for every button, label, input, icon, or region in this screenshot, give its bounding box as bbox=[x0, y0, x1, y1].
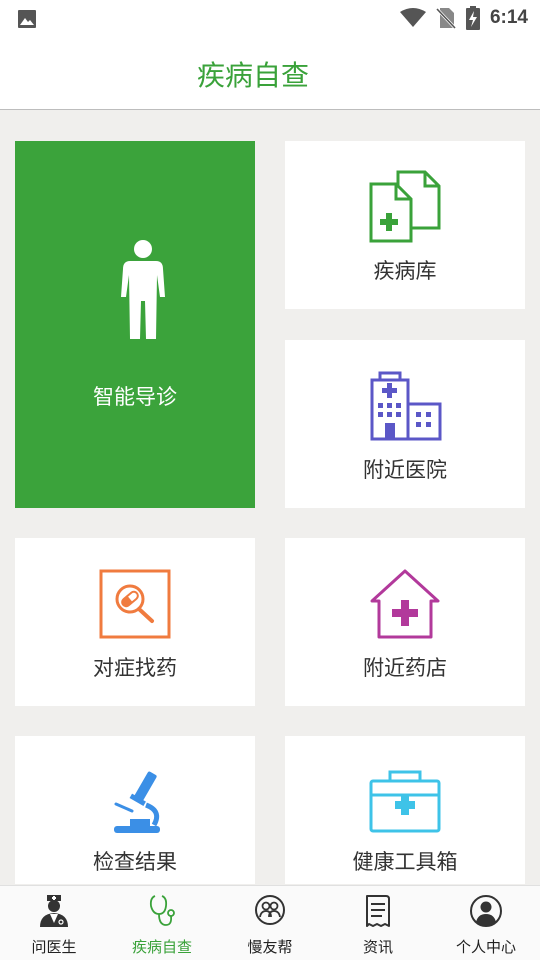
wifi-icon bbox=[399, 8, 426, 27]
pharmacy-house-icon bbox=[370, 569, 440, 639]
group-users-icon bbox=[255, 895, 285, 925]
page-title: 疾病自查 bbox=[196, 59, 309, 92]
app-header: 疾病自查 bbox=[0, 36, 540, 110]
medicine-search-icon bbox=[99, 569, 171, 639]
tile-nearby-pharmacy[interactable]: 附近药店 bbox=[285, 538, 525, 706]
news-document-icon bbox=[366, 895, 390, 927]
tile-smart-triage[interactable]: 智能导诊 bbox=[15, 141, 255, 508]
battery-charging-icon bbox=[465, 6, 480, 30]
tile-label: 对症找药 bbox=[93, 656, 177, 680]
tile-label: 智能导诊 bbox=[93, 385, 177, 409]
tile-nearby-hospital[interactable]: 附近医院 bbox=[285, 340, 525, 508]
tile-test-results[interactable]: 检查结果 bbox=[15, 736, 255, 884]
tab-chronic-friends[interactable]: 慢友帮 bbox=[216, 886, 324, 960]
tab-label: 慢友帮 bbox=[247, 938, 293, 956]
tile-label: 附近医院 bbox=[363, 458, 447, 482]
tile-label: 疾病库 bbox=[373, 259, 437, 283]
tile-find-medicine[interactable]: 对症找药 bbox=[15, 538, 255, 706]
tile-label: 健康工具箱 bbox=[352, 850, 458, 874]
status-time: 6:14 bbox=[489, 7, 528, 28]
first-aid-kit-icon bbox=[369, 770, 441, 833]
doctor-icon bbox=[40, 895, 68, 927]
documents-icon bbox=[369, 170, 441, 243]
human-body-icon bbox=[121, 240, 165, 339]
tile-disease-library[interactable]: 疾病库 bbox=[285, 141, 525, 309]
tab-personal-center[interactable]: 个人中心 bbox=[432, 886, 540, 960]
status-bar: 6:14 bbox=[0, 0, 540, 36]
tab-label: 资讯 bbox=[362, 938, 393, 956]
stethoscope-icon bbox=[149, 895, 175, 926]
user-avatar-icon bbox=[470, 895, 502, 927]
tab-news[interactable]: 资讯 bbox=[324, 886, 432, 960]
tab-ask-doctor[interactable]: 问医生 bbox=[0, 886, 108, 960]
tile-label: 检查结果 bbox=[93, 850, 177, 874]
tile-label: 附近药店 bbox=[363, 656, 447, 680]
no-sim-icon bbox=[435, 7, 456, 29]
image-notification-icon bbox=[18, 10, 36, 28]
tab-disease-check[interactable]: 疾病自查 bbox=[108, 886, 216, 960]
tab-label: 个人中心 bbox=[455, 938, 516, 956]
tab-label: 疾病自查 bbox=[131, 938, 192, 956]
bottom-tab-bar: 问医生 疾病自查 慢友帮 资讯 个人中心 bbox=[0, 885, 540, 960]
hospital-building-icon bbox=[370, 371, 442, 441]
microscope-icon bbox=[114, 771, 160, 833]
tab-label: 问医生 bbox=[31, 938, 77, 956]
tile-health-toolbox[interactable]: 健康工具箱 bbox=[285, 736, 525, 884]
